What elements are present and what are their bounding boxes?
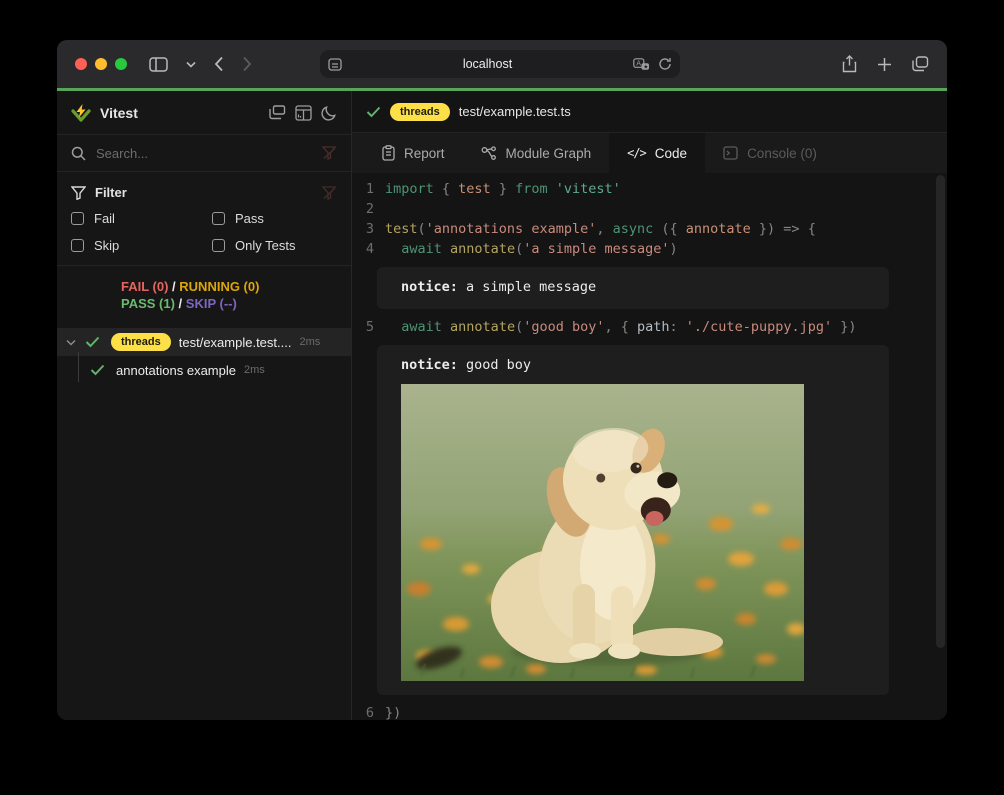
- code-brackets-icon: </>: [627, 146, 646, 160]
- code-line: 5 await annotate('good boy', { path: './…: [352, 317, 947, 337]
- new-tab-icon[interactable]: [877, 57, 892, 72]
- search-input[interactable]: [96, 146, 312, 161]
- search-icon: [71, 146, 86, 161]
- notice-label: notice:: [401, 279, 458, 295]
- code-line: 2: [352, 199, 947, 219]
- svg-text:A: A: [636, 59, 641, 67]
- file-header: threads test/example.test.ts: [352, 91, 947, 133]
- module-graph-icon: [481, 146, 497, 161]
- checkbox-icon[interactable]: [212, 239, 225, 252]
- chevron-down-icon[interactable]: [186, 61, 196, 68]
- filter-checkbox-fail[interactable]: Fail: [71, 211, 212, 226]
- code-line: 3test('annotations example', async ({ an…: [352, 219, 947, 239]
- test-summary: FAIL (0) / RUNNING (0) PASS (1) / SKIP (…: [57, 278, 351, 312]
- scrollbar-thumb[interactable]: [936, 175, 945, 648]
- filter-checkbox-only-tests[interactable]: Only Tests: [212, 238, 337, 253]
- notice-message: good boy: [458, 357, 531, 373]
- translate-icon[interactable]: A★: [633, 58, 650, 71]
- checkbox-icon[interactable]: [212, 212, 225, 225]
- traffic-lights: [75, 58, 127, 70]
- checkbox-icon[interactable]: [71, 239, 84, 252]
- skip-count: SKIP (--): [186, 296, 237, 311]
- pass-check-icon: [90, 364, 106, 376]
- test-case-name: annotations example: [116, 363, 236, 378]
- filter-section: Filter Fail Pass: [57, 172, 351, 265]
- address-bar[interactable]: localhost A★: [320, 50, 680, 78]
- annotation-notice: notice: a simple message: [377, 267, 889, 309]
- dark-mode-moon-icon[interactable]: [321, 105, 337, 121]
- pass-check-icon: [85, 336, 101, 348]
- console-icon: [723, 146, 738, 160]
- checkbox-icon[interactable]: [71, 212, 84, 225]
- tab-code[interactable]: </> Code: [609, 133, 705, 173]
- chevron-down-icon[interactable]: [57, 339, 85, 346]
- code-line: 1import { test } from 'vitest': [352, 179, 947, 199]
- pass-check-icon: [366, 106, 381, 118]
- minimize-window-button[interactable]: [95, 58, 107, 70]
- page-settings-icon[interactable]: [328, 58, 342, 71]
- vitest-logo-icon: [71, 103, 91, 123]
- search-row: [57, 135, 351, 172]
- code-line: 6}): [352, 703, 947, 720]
- sidebar: Vitest: [57, 91, 352, 720]
- tab-console[interactable]: Console (0): [705, 133, 835, 173]
- funnel-icon: [71, 186, 86, 200]
- windows-overlap-icon[interactable]: [269, 105, 286, 120]
- tab-report[interactable]: Report: [364, 133, 463, 173]
- filter-checkbox-pass[interactable]: Pass: [212, 211, 337, 226]
- open-file-name: test/example.test.ts: [459, 104, 571, 119]
- annotation-notice: notice: good boy: [377, 345, 889, 695]
- svg-text:★: ★: [643, 64, 648, 70]
- fail-count: FAIL (0): [121, 279, 168, 294]
- code-viewer[interactable]: 1import { test } from 'vitest' 2 3test('…: [352, 173, 947, 720]
- sidebar-header: Vitest: [57, 91, 351, 135]
- scrollbar[interactable]: [935, 173, 947, 720]
- running-count: RUNNING (0): [179, 279, 259, 294]
- main-panel: threads test/example.test.ts Report Modu…: [352, 91, 947, 720]
- filter-title: Filter: [95, 185, 127, 200]
- dashboard-icon[interactable]: [295, 105, 312, 121]
- test-duration: 2ms: [244, 364, 265, 376]
- test-duration: 2ms: [299, 336, 320, 348]
- notice-label: notice:: [401, 357, 458, 373]
- sidebar-toggle-icon[interactable]: [149, 57, 168, 72]
- tab-bar: Report Module Graph </> Code Console: [352, 133, 947, 173]
- clear-filter-icon[interactable]: [322, 186, 337, 200]
- divider: [57, 265, 351, 266]
- url-text[interactable]: localhost: [342, 57, 633, 71]
- test-case-row[interactable]: annotations example 2ms: [57, 356, 351, 384]
- puppy-photo: [401, 384, 804, 681]
- close-window-button[interactable]: [75, 58, 87, 70]
- pool-badge: threads: [390, 103, 450, 121]
- back-button-icon[interactable]: [214, 56, 224, 72]
- zoom-window-button[interactable]: [115, 58, 127, 70]
- pool-badge: threads: [111, 333, 171, 351]
- report-clipboard-icon: [382, 145, 395, 161]
- test-tree: threads test/example.test.... 2ms annota…: [57, 328, 351, 384]
- browser-window: localhost A★: [57, 40, 947, 720]
- tab-module-graph[interactable]: Module Graph: [463, 133, 610, 173]
- reload-icon[interactable]: [658, 57, 672, 71]
- browser-toolbar: localhost A★: [57, 40, 947, 88]
- filter-checkbox-skip[interactable]: Skip: [71, 238, 212, 253]
- test-file-name: test/example.test....: [179, 335, 292, 350]
- clear-filter-icon[interactable]: [322, 146, 337, 160]
- notice-message: a simple message: [458, 279, 596, 295]
- forward-button-icon[interactable]: [242, 56, 252, 72]
- share-icon[interactable]: [842, 55, 857, 73]
- test-file-row[interactable]: threads test/example.test.... 2ms: [57, 328, 351, 356]
- code-line: 4 await annotate('a simple message'): [352, 239, 947, 259]
- tab-overview-icon[interactable]: [912, 56, 929, 72]
- pass-count: PASS (1): [121, 296, 175, 311]
- app-title: Vitest: [100, 105, 138, 121]
